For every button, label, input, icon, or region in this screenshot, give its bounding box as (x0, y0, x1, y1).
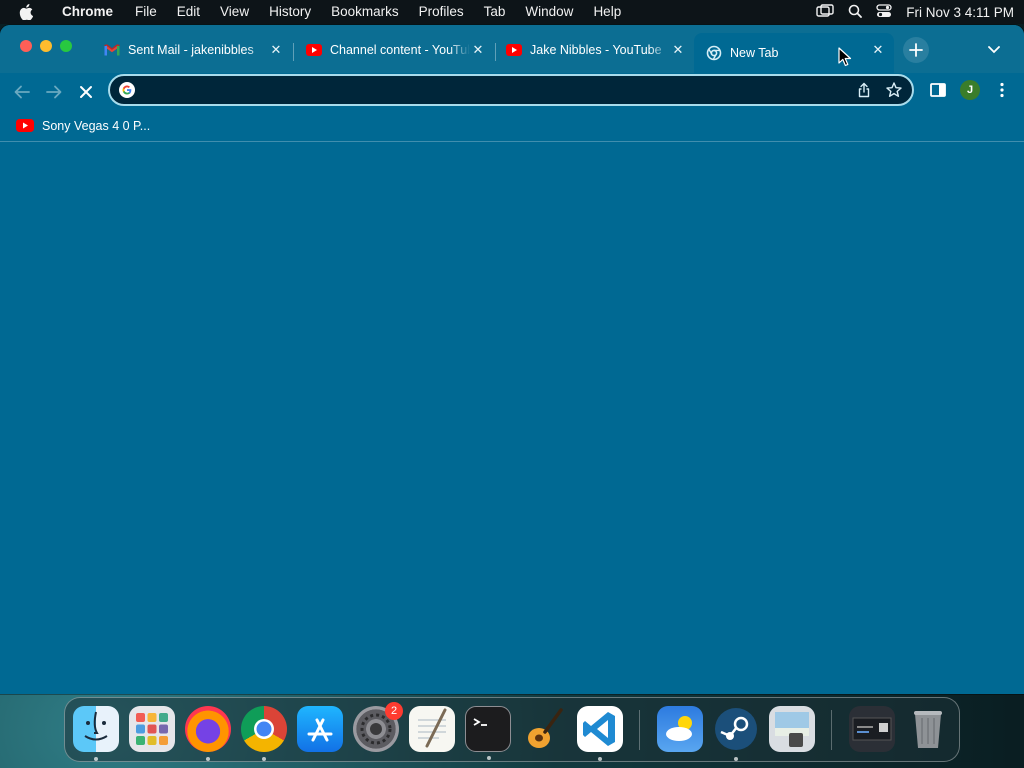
new-tab-button[interactable] (903, 37, 929, 63)
menu-tab[interactable]: Tab (474, 0, 516, 24)
omnibox[interactable] (108, 74, 914, 106)
new-tab-page (0, 142, 1024, 694)
firefox-icon[interactable] (185, 706, 231, 761)
spotlight-search-icon[interactable] (848, 4, 863, 21)
chrome-newtab-icon (706, 45, 722, 61)
menu-help[interactable]: Help (583, 0, 631, 24)
youtube-icon (306, 42, 322, 58)
menu-file[interactable]: File (125, 0, 167, 24)
menu-app-name[interactable]: Chrome (52, 0, 125, 24)
trash-icon[interactable] (905, 706, 951, 752)
tab-new-tab[interactable]: New Tab ✕ (694, 33, 894, 73)
tab-sent-mail[interactable]: Sent Mail - jakenibbles ✕ (92, 33, 292, 67)
weather-icon[interactable] (657, 706, 703, 752)
mouse-pointer-icon (838, 47, 852, 67)
forward-button[interactable] (41, 79, 67, 105)
notification-badge: 2 (385, 702, 403, 720)
youtube-icon (16, 119, 34, 133)
dock: 2 (64, 697, 960, 762)
window-close-button[interactable] (20, 40, 32, 52)
launchpad-icon[interactable] (129, 706, 175, 752)
back-button[interactable] (9, 79, 35, 105)
tab-strip: Sent Mail - jakenibbles ✕ Channel conten… (0, 25, 1024, 73)
bookmarks-bar: Sony Vegas 4 0 P... (0, 111, 1024, 142)
tab-close-icon[interactable]: ✕ (870, 42, 886, 58)
screen-mirroring-icon[interactable] (816, 3, 834, 21)
menu-view[interactable]: View (210, 0, 259, 24)
menu-history[interactable]: History (259, 0, 321, 24)
tab-close-icon[interactable]: ✕ (268, 42, 284, 58)
steam-icon[interactable] (713, 706, 759, 761)
tab-title: Channel content - YouTube (330, 43, 470, 57)
tab-channel-content[interactable]: Channel content - YouTube ✕ (294, 33, 494, 67)
running-indicator (262, 757, 266, 761)
window-zoom-button[interactable] (60, 40, 72, 52)
visual-studio-code-icon[interactable] (577, 706, 623, 761)
tab-title: Jake Nibbles - YouTube (530, 43, 662, 57)
app-store-icon[interactable] (297, 706, 343, 752)
menu-clock[interactable]: Fri Nov 3 4:11 PM (906, 5, 1014, 20)
tab-jake-nibbles[interactable]: Jake Nibbles - YouTube ✕ (494, 33, 694, 67)
dock-divider (639, 710, 640, 750)
window-minimize-button[interactable] (40, 40, 52, 52)
control-center-icon[interactable] (876, 3, 892, 21)
google-icon (119, 82, 135, 98)
bookmark-star-icon[interactable] (885, 81, 903, 99)
garageband-icon[interactable] (521, 706, 567, 752)
system-settings-icon[interactable]: 2 (353, 702, 403, 752)
menu-profiles[interactable]: Profiles (409, 0, 474, 24)
running-indicator (734, 757, 738, 761)
menu-bar: Chrome File Edit View History Bookmarks … (0, 0, 1024, 24)
running-indicator (94, 757, 98, 761)
textedit-icon[interactable] (409, 706, 455, 752)
menu-edit[interactable]: Edit (167, 0, 210, 24)
omnibox-input[interactable] (142, 79, 842, 101)
chrome-menu-icon[interactable] (994, 80, 1010, 100)
finder-icon[interactable] (73, 706, 119, 761)
gmail-icon (104, 42, 120, 58)
profile-avatar[interactable]: J (960, 80, 980, 100)
google-chrome-icon[interactable] (241, 706, 287, 761)
running-indicator (206, 757, 210, 761)
share-icon[interactable] (856, 82, 872, 98)
side-panel-icon[interactable] (928, 80, 948, 100)
screenshot-thumbnail-icon[interactable] (849, 706, 895, 752)
preview-icon[interactable] (769, 706, 815, 752)
tab-close-icon[interactable]: ✕ (470, 42, 486, 58)
menu-bookmarks[interactable]: Bookmarks (321, 0, 409, 24)
window-controls (20, 40, 72, 52)
dock-divider (831, 710, 832, 750)
menu-window[interactable]: Window (515, 0, 583, 24)
apple-menu-icon[interactable] (0, 4, 52, 20)
running-indicator (487, 756, 491, 760)
running-indicator (598, 757, 602, 761)
chrome-window: Sent Mail - jakenibbles ✕ Channel conten… (0, 25, 1024, 694)
tab-close-icon[interactable]: ✕ (670, 42, 686, 58)
browser-toolbar: J (0, 73, 1024, 111)
youtube-icon (506, 42, 522, 58)
bookmark-label: Sony Vegas 4 0 P... (42, 119, 151, 133)
bookmark-item[interactable]: Sony Vegas 4 0 P... (12, 115, 154, 137)
tab-title: Sent Mail - jakenibbles (128, 43, 254, 57)
terminal-icon[interactable] (465, 706, 511, 760)
stop-loading-button[interactable] (73, 79, 99, 105)
tab-search-button[interactable] (984, 40, 1004, 60)
